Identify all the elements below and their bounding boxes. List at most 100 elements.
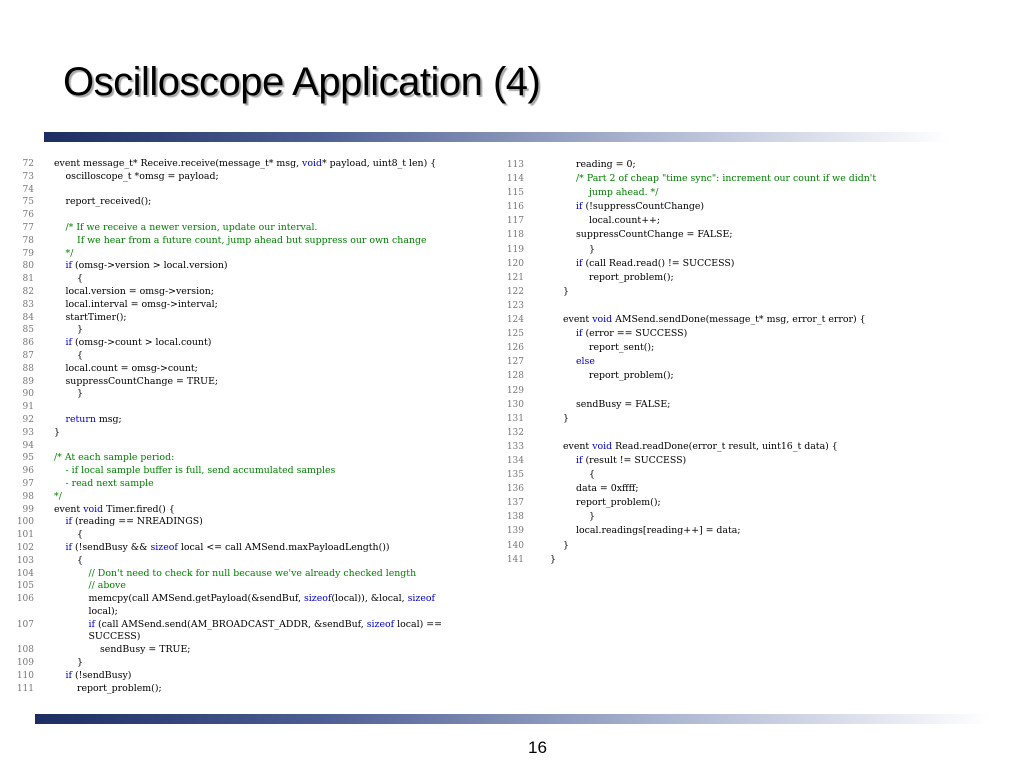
line-number: 115 — [506, 188, 524, 199]
code-keyword: sizeof — [407, 593, 436, 605]
code-line: 88 local.count = omsg->count; — [14, 363, 492, 376]
line-number: 104 — [16, 568, 34, 579]
line-number: 98 — [22, 491, 34, 502]
code-token: } — [563, 412, 569, 424]
code-line: 136 data = 0xffff; — [504, 482, 984, 496]
code-token: } — [54, 426, 60, 438]
line-number: 106 — [16, 594, 34, 605]
code-line: 83 local.interval = omsg->interval; — [14, 299, 492, 312]
line-number: 96 — [22, 466, 34, 477]
line-number: 121 — [506, 272, 524, 283]
line-number: 95 — [22, 453, 34, 464]
code-token: suppressCountChange = TRUE; — [65, 375, 219, 387]
code-token: * payload, uint8_t len) { — [322, 158, 437, 169]
line-number: 120 — [506, 258, 524, 269]
code-text: } — [54, 657, 492, 670]
code-line: 91 — [14, 401, 492, 414]
line-number: 84 — [22, 312, 34, 323]
code-text: } — [54, 324, 492, 337]
code-keyword: void — [592, 314, 613, 326]
code-token: report_problem(); — [576, 497, 661, 509]
line-number: 107 — [16, 619, 34, 630]
code-comment: /* If we receive a newer version, update… — [65, 221, 318, 233]
code-token: { — [77, 554, 83, 566]
code-token: (!suppressCountChange) — [582, 201, 705, 213]
line-number: 90 — [22, 389, 34, 400]
line-number: 103 — [16, 555, 34, 566]
code-token: local.interval = omsg->interval; — [65, 298, 218, 310]
line-number: 127 — [506, 357, 524, 368]
line-number: 93 — [22, 427, 34, 438]
code-line: 93} — [14, 427, 492, 440]
code-line: 107 if (call AMSend.send(AM_BROADCAST_ADD… — [14, 619, 492, 645]
code-token: (local)), &local, — [331, 593, 408, 605]
code-token: reading = 0; — [576, 159, 636, 170]
code-line: 76 — [14, 209, 492, 222]
code-token: local.count = omsg->count; — [65, 362, 198, 374]
code-token: local <= call AMSend.maxPayloadLength()) — [177, 541, 390, 553]
code-keyword: sizeof — [303, 593, 332, 605]
code-keyword: sizeof — [150, 541, 178, 553]
code-line: 125 if (error == SUCCESS) — [504, 327, 984, 341]
line-number: 114 — [506, 174, 524, 185]
code-text: /* At each sample period: — [54, 452, 492, 465]
line-number: 100 — [16, 517, 34, 528]
code-line: 94 — [14, 440, 492, 453]
code-token: } — [77, 324, 83, 336]
code-text: if (result != SUCCESS) — [550, 454, 984, 468]
code-text: } — [54, 388, 492, 401]
code-text: if (reading == NREADINGS) — [54, 516, 492, 529]
line-number: 85 — [22, 325, 34, 336]
line-number: 83 — [22, 299, 34, 310]
line-number: 105 — [16, 581, 34, 592]
code-line: 111 report_problem(); — [14, 683, 492, 696]
line-number: 141 — [506, 554, 524, 565]
code-token: } — [77, 657, 83, 669]
code-token: (reading == NREADINGS) — [71, 516, 203, 528]
code-text: if (call AMSend.send(AM_BROADCAST_ADDR, … — [54, 619, 492, 645]
code-text: } — [550, 412, 984, 426]
line-number: 109 — [16, 658, 34, 669]
code-line: 110 if (!sendBusy) — [14, 670, 492, 683]
line-number: 86 — [22, 338, 34, 349]
code-line: 128 report_problem(); — [504, 369, 984, 383]
code-text: } — [550, 539, 984, 553]
code-token: } — [563, 539, 569, 551]
code-text: data = 0xffff; — [550, 482, 984, 496]
code-text: event void Read.readDone(error_t result,… — [550, 440, 984, 454]
line-number: 117 — [506, 216, 524, 227]
code-token: } — [550, 553, 556, 565]
code-comment: */ — [54, 490, 62, 502]
code-token: event — [563, 314, 593, 326]
line-number: 77 — [22, 222, 34, 233]
code-line: 120 if (call Read.read() != SUCCESS) — [504, 257, 984, 271]
code-token: report_received(); — [65, 196, 152, 208]
code-comment: */ — [65, 247, 74, 259]
code-comment: /* Part 2 of cheap "time sync": incremen… — [576, 173, 877, 185]
code-line: 131} — [504, 412, 984, 426]
line-number: 131 — [506, 413, 524, 424]
code-token: (error == SUCCESS) — [582, 328, 688, 340]
code-line: 86 if (omsg->count > local.count) — [14, 337, 492, 350]
code-token: event — [563, 440, 593, 452]
line-number: 82 — [22, 286, 34, 297]
code-token: (call AMSend.send(AM_BROADCAST_ADDR, &se… — [94, 618, 367, 630]
code-text: If we hear from a future count, jump ahe… — [54, 235, 492, 248]
line-number: 81 — [22, 274, 34, 285]
line-number: 123 — [506, 300, 524, 311]
code-line: 126 report_sent(); — [504, 341, 984, 355]
code-token: report_problem(); — [77, 682, 162, 694]
code-text: sendBusy = FALSE; — [550, 398, 984, 412]
line-number: 111 — [16, 683, 34, 694]
code-line: 85} — [14, 324, 492, 337]
code-text: */ — [54, 248, 492, 261]
code-text: report_problem(); — [550, 369, 984, 383]
line-number: 92 — [22, 414, 34, 425]
code-text: local.version = omsg->version; — [54, 286, 492, 299]
code-token: Read.readDone(error_t result, uint16_t d… — [612, 440, 838, 452]
code-text: reading = 0; — [550, 158, 984, 172]
code-line: 139 local.readings[reading++] = data; — [504, 524, 984, 538]
code-token: AMSend.sendDone(message_t* msg, error_t … — [612, 314, 866, 326]
code-text: local.interval = omsg->interval; — [54, 299, 492, 312]
code-comment: jump ahead. */ — [589, 187, 659, 199]
